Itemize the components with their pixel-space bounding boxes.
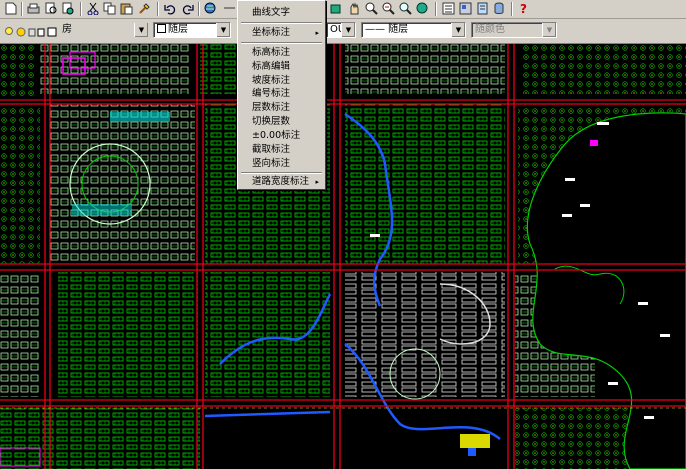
properties-toolbar: 房 ▼ 随层 ▼ OUS ▼ —— 随层 ▼ 随颜色 ▼ bbox=[0, 19, 686, 44]
toolbar-separator bbox=[435, 2, 437, 16]
chevron-down-icon[interactable]: ▼ bbox=[216, 23, 230, 37]
toolbar-separator bbox=[198, 2, 200, 16]
database-icon[interactable] bbox=[492, 1, 507, 16]
menu-item-curve-text[interactable]: 曲线文字 bbox=[240, 6, 323, 20]
zoom-window-icon[interactable] bbox=[381, 1, 396, 16]
linetype-combo[interactable]: OUS ▼ bbox=[326, 22, 356, 38]
print-icon[interactable] bbox=[26, 1, 41, 16]
redo-icon[interactable] bbox=[180, 1, 195, 16]
new-icon[interactable] bbox=[3, 1, 18, 16]
toolbar-separator bbox=[80, 2, 82, 16]
plotstyle-value: 随颜色 bbox=[475, 24, 505, 35]
toolbar-separator bbox=[157, 2, 159, 16]
zoom-previous-icon[interactable] bbox=[398, 1, 413, 16]
tool-palette-icon[interactable] bbox=[475, 1, 490, 16]
undo-icon[interactable] bbox=[162, 1, 177, 16]
color-swatch bbox=[157, 24, 166, 33]
menu-item-switch-floors[interactable]: 切换层数 bbox=[240, 115, 323, 129]
menu-item-section-annotation[interactable]: 截取标注 bbox=[240, 143, 323, 157]
menu-separator bbox=[241, 22, 322, 24]
design-center-icon[interactable] bbox=[458, 1, 473, 16]
properties-icon[interactable] bbox=[441, 1, 456, 16]
cut-icon[interactable] bbox=[85, 1, 100, 16]
lineweight-value: —— 随层 bbox=[365, 24, 409, 35]
zoom-realtime-icon[interactable] bbox=[364, 1, 379, 16]
lineweight-combo[interactable]: —— 随层 ▼ bbox=[361, 22, 466, 38]
plotstyle-combo: 随颜色 ▼ bbox=[471, 22, 557, 38]
standard-toolbar: ? bbox=[0, 0, 686, 19]
color-value: 随层 bbox=[168, 24, 188, 35]
color-combo[interactable]: 随层 ▼ bbox=[153, 22, 231, 38]
layer-combo[interactable]: 房 ▼ bbox=[62, 23, 148, 39]
menu-item-road-width-annotation[interactable]: 道路宽度标注 ▸ bbox=[240, 175, 323, 189]
layer-state-icons[interactable] bbox=[4, 24, 64, 39]
menu-item-number-annotation[interactable]: 编号标注 bbox=[240, 87, 323, 101]
pan-icon[interactable] bbox=[328, 1, 343, 16]
snap-icon[interactable] bbox=[222, 1, 237, 16]
chevron-down-icon[interactable]: ▼ bbox=[134, 23, 148, 37]
layer-value: 房 bbox=[62, 24, 72, 35]
menu-item-coordinate-annotation[interactable]: 坐标标注 ▸ bbox=[240, 26, 323, 40]
menu-item-slope-annotation[interactable]: 坡度标注 bbox=[240, 74, 323, 88]
chevron-down-icon[interactable]: ▼ bbox=[451, 23, 465, 37]
drawing-canvas[interactable] bbox=[0, 44, 686, 469]
zoom-extents-icon[interactable] bbox=[415, 1, 430, 16]
help-icon[interactable]: ? bbox=[516, 1, 531, 16]
print-preview-icon[interactable] bbox=[43, 1, 58, 16]
submenu-arrow-icon: ▸ bbox=[315, 178, 319, 186]
menu-separator bbox=[241, 172, 322, 174]
yellow-marker bbox=[460, 434, 490, 448]
chevron-down-icon[interactable]: ▼ bbox=[341, 23, 355, 37]
menu-item-floor-count-annotation[interactable]: 层数标注 bbox=[240, 101, 323, 115]
globe-icon[interactable] bbox=[203, 1, 218, 16]
publish-icon[interactable] bbox=[60, 1, 75, 16]
toolbar-separator bbox=[21, 2, 23, 16]
chevron-down-icon: ▼ bbox=[542, 23, 556, 37]
annotation-menu: 曲线文字 坐标标注 ▸ 标高标注 标高编辑 坡度标注 编号标注 层数标注 切换层数… bbox=[237, 0, 326, 190]
paste-icon[interactable] bbox=[119, 1, 134, 16]
menu-item-zero-level-annotation[interactable]: ±0.00标注 bbox=[240, 129, 323, 143]
help-glyph: ? bbox=[520, 1, 527, 16]
menu-item-elevation-annotation[interactable]: 标高标注 bbox=[240, 46, 323, 60]
menu-item-vertical-annotation[interactable]: 竖向标注 bbox=[240, 157, 323, 171]
toolbar-separator bbox=[511, 2, 513, 16]
copy-icon[interactable] bbox=[102, 1, 117, 16]
submenu-arrow-icon: ▸ bbox=[315, 29, 319, 37]
match-properties-icon[interactable] bbox=[137, 1, 152, 16]
hand-pan-icon[interactable] bbox=[347, 1, 362, 16]
menu-item-elevation-edit[interactable]: 标高编辑 bbox=[240, 60, 323, 74]
menu-separator bbox=[241, 42, 322, 44]
